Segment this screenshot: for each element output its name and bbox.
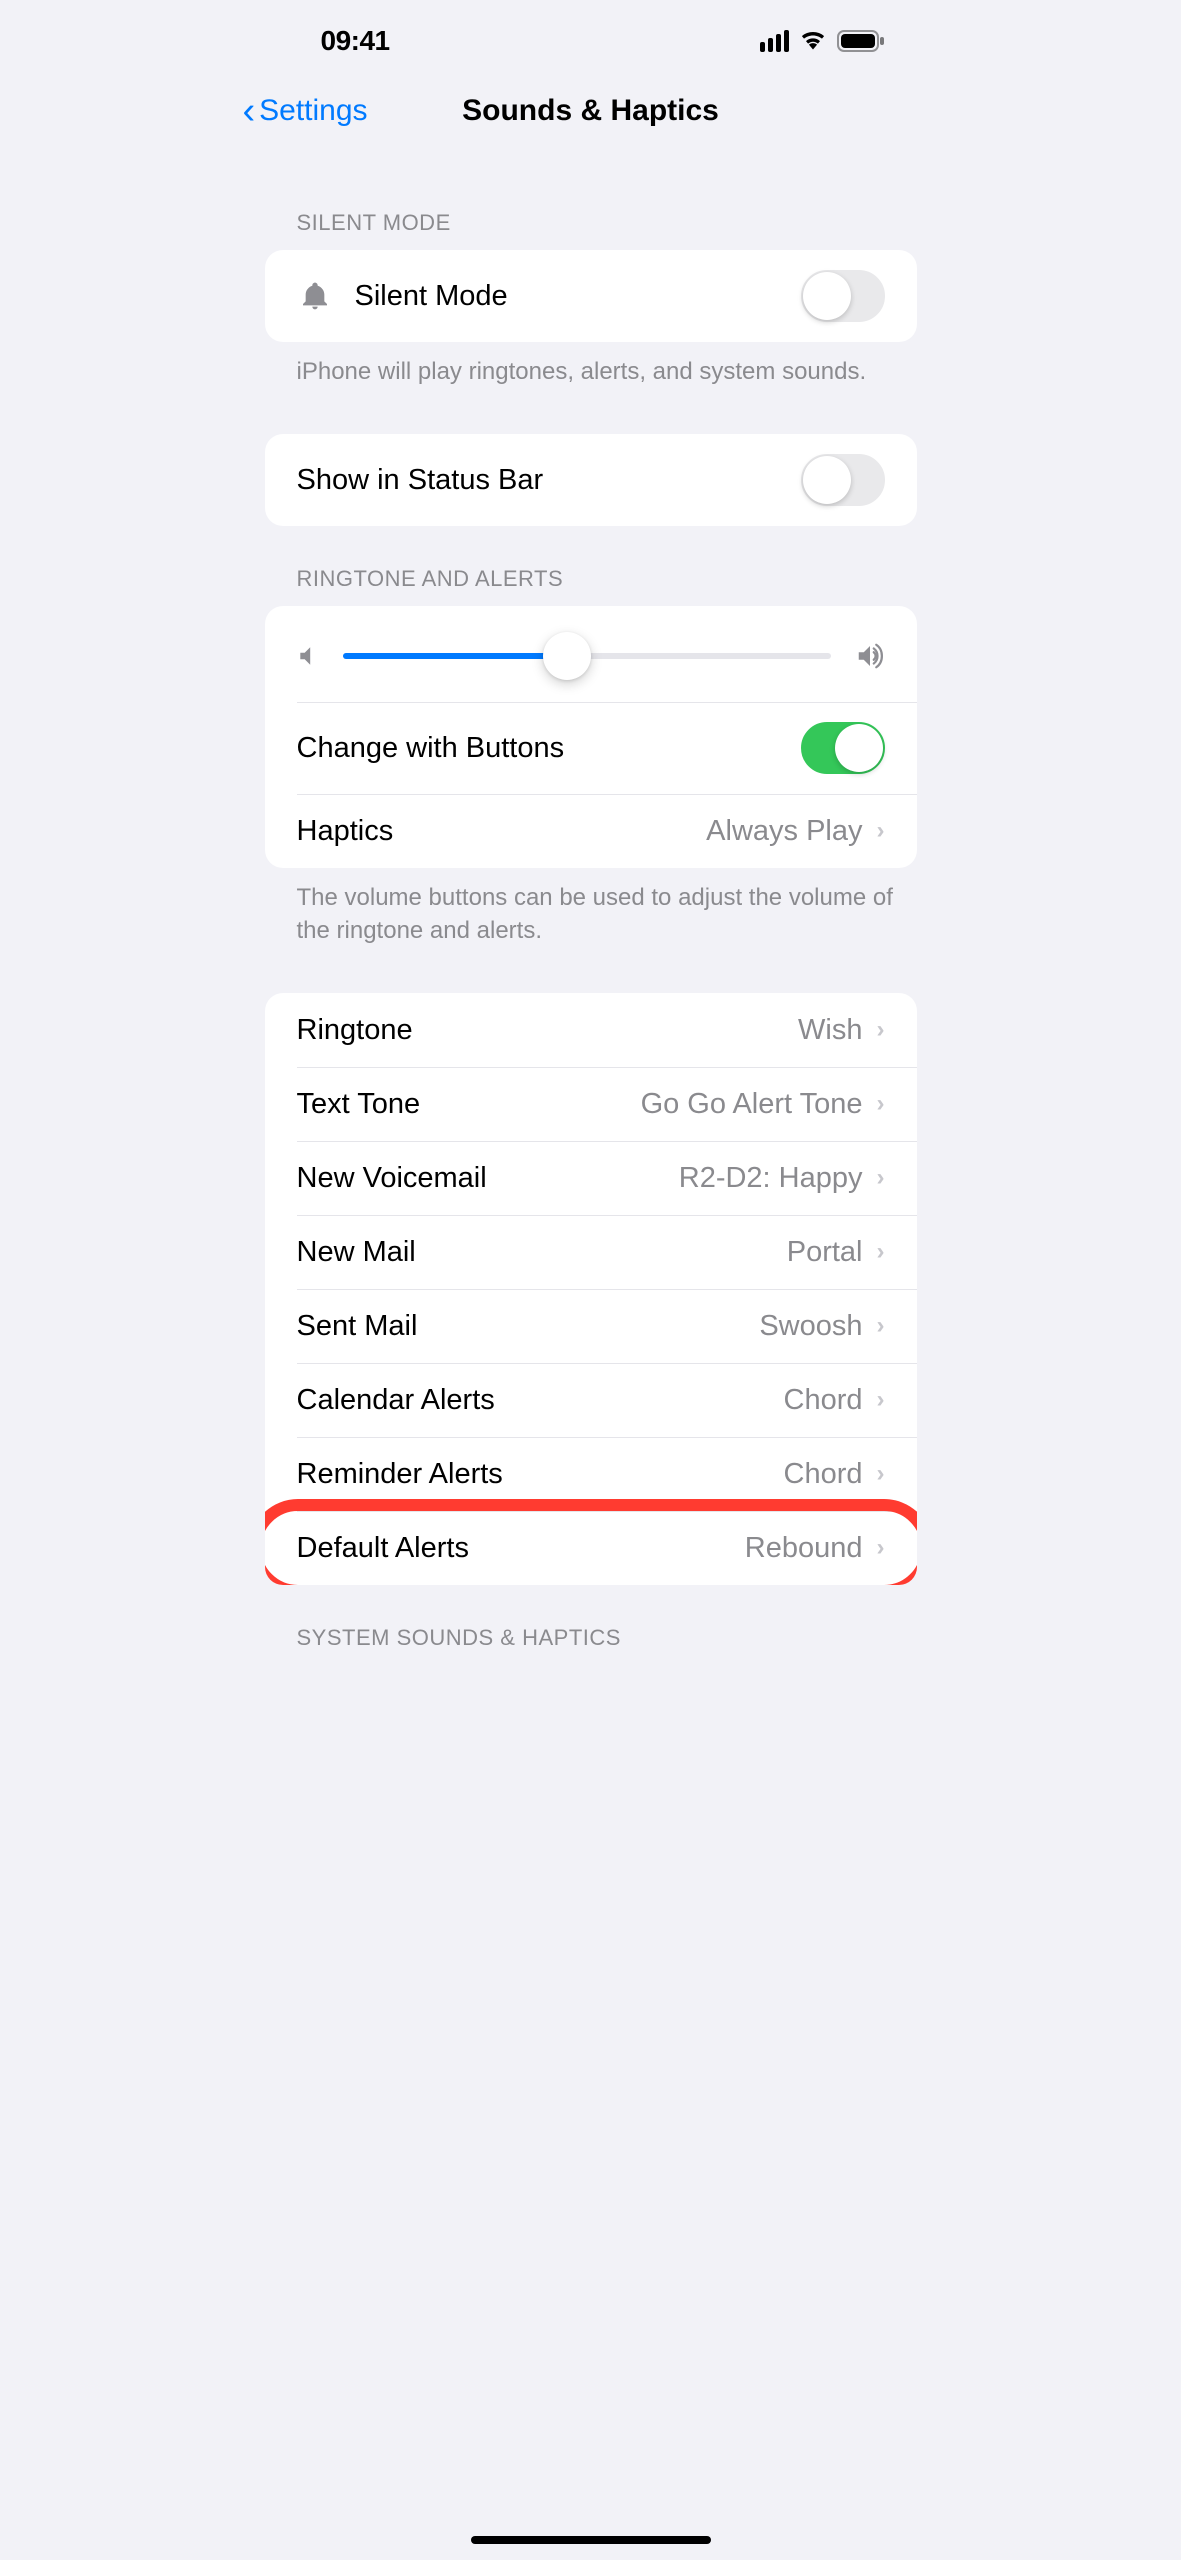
change-with-buttons-toggle[interactable] <box>801 722 885 774</box>
status-bar-card: Show in Status Bar <box>265 434 917 526</box>
chevron-right-icon: › <box>877 1386 885 1414</box>
show-status-bar-label: Show in Status Bar <box>297 464 801 497</box>
sound-label: Ringtone <box>297 1014 799 1047</box>
sound-value: Swoosh <box>759 1310 862 1343</box>
sounds-card: RingtoneWish›Text ToneGo Go Alert Tone›N… <box>265 993 917 1585</box>
chevron-right-icon: › <box>877 1016 885 1044</box>
sound-value: Go Go Alert Tone <box>641 1088 863 1121</box>
sound-label: Text Tone <box>297 1088 641 1121</box>
haptics-value: Always Play <box>706 815 862 848</box>
sound-label: Calendar Alerts <box>297 1384 784 1417</box>
wifi-icon <box>799 28 827 55</box>
battery-icon <box>837 29 885 53</box>
silent-mode-footer: iPhone will play ringtones, alerts, and … <box>229 342 953 388</box>
sound-label: Reminder Alerts <box>297 1458 784 1491</box>
sound-value: Wish <box>798 1014 862 1047</box>
sound-label: Default Alerts <box>297 1532 745 1565</box>
sound-row-reminder-alerts[interactable]: Reminder AlertsChord › <box>265 1437 917 1511</box>
change-with-buttons-label: Change with Buttons <box>297 732 801 765</box>
section-header-ringtone-alerts: Ringtone and Alerts <box>229 526 953 606</box>
sound-value: Chord <box>784 1384 863 1417</box>
section-header-system-sounds: System Sounds & Haptics <box>229 1585 953 1665</box>
volume-slider-row <box>265 606 917 702</box>
sound-value: R2-D2: Happy <box>679 1162 863 1195</box>
cellular-icon <box>760 30 789 52</box>
sound-label: Sent Mail <box>297 1310 760 1343</box>
chevron-left-icon: ‹ <box>243 92 256 130</box>
status-icons <box>760 28 921 55</box>
chevron-right-icon: › <box>877 1238 885 1266</box>
bell-icon <box>297 278 333 314</box>
page-title: Sounds & Haptics <box>462 94 719 128</box>
volume-slider[interactable] <box>343 653 831 659</box>
sound-value: Rebound <box>745 1532 863 1565</box>
show-status-bar-row[interactable]: Show in Status Bar <box>265 434 917 526</box>
chevron-right-icon: › <box>877 1090 885 1118</box>
nav-header: ‹ Settings Sounds & Haptics <box>229 82 953 150</box>
volume-high-icon <box>855 643 885 669</box>
silent-mode-label: Silent Mode <box>355 280 801 313</box>
sound-row-calendar-alerts[interactable]: Calendar AlertsChord › <box>265 1363 917 1437</box>
haptics-row[interactable]: Haptics Always Play › <box>265 794 917 868</box>
status-time: 09:41 <box>321 25 390 57</box>
chevron-right-icon: › <box>877 1534 885 1562</box>
chevron-right-icon: › <box>877 1164 885 1192</box>
change-with-buttons-row[interactable]: Change with Buttons <box>265 702 917 794</box>
sound-row-new-mail[interactable]: New MailPortal › <box>265 1215 917 1289</box>
sound-row-sent-mail[interactable]: Sent MailSwoosh › <box>265 1289 917 1363</box>
back-label: Settings <box>259 94 367 128</box>
haptics-label: Haptics <box>297 815 707 848</box>
silent-mode-row[interactable]: Silent Mode <box>265 250 917 342</box>
sound-row-text-tone[interactable]: Text ToneGo Go Alert Tone › <box>265 1067 917 1141</box>
sound-label: New Voicemail <box>297 1162 679 1195</box>
sound-row-default-alerts[interactable]: Default AlertsRebound › <box>265 1511 917 1585</box>
sound-row-new-voicemail[interactable]: New VoicemailR2-D2: Happy › <box>265 1141 917 1215</box>
section-header-silent-mode: Silent Mode <box>229 150 953 250</box>
ringtone-alerts-card: Change with Buttons Haptics Always Play … <box>265 606 917 868</box>
chevron-right-icon: › <box>877 1312 885 1340</box>
ringtone-alerts-footer: The volume buttons can be used to adjust… <box>229 868 953 947</box>
silent-mode-card: Silent Mode <box>265 250 917 342</box>
sound-value: Portal <box>787 1236 863 1269</box>
sound-label: New Mail <box>297 1236 787 1269</box>
silent-mode-toggle[interactable] <box>801 270 885 322</box>
chevron-right-icon: › <box>877 817 885 845</box>
sound-value: Chord <box>784 1458 863 1491</box>
status-bar: 09:41 <box>229 0 953 82</box>
show-status-bar-toggle[interactable] <box>801 454 885 506</box>
home-indicator[interactable] <box>471 2536 711 2544</box>
volume-low-icon <box>297 645 319 667</box>
sound-row-ringtone[interactable]: RingtoneWish › <box>265 993 917 1067</box>
back-button[interactable]: ‹ Settings <box>243 92 368 130</box>
chevron-right-icon: › <box>877 1460 885 1488</box>
